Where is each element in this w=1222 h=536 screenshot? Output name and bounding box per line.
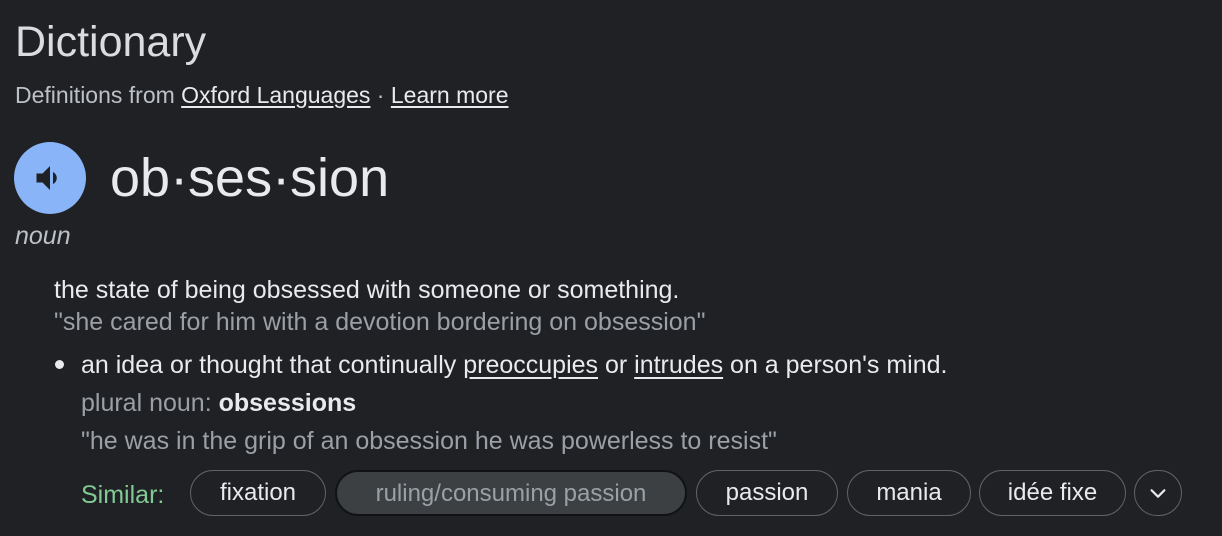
plural-form: obsessions: [218, 389, 357, 417]
plural-label: plural noun:: [81, 389, 219, 417]
oxford-languages-link[interactable]: Oxford Languages: [181, 82, 370, 108]
part-of-speech: noun: [15, 222, 71, 250]
similar-chip-idee-fixe[interactable]: idée fixe: [979, 470, 1126, 516]
plural-line: plural noun: obsessions: [81, 388, 356, 418]
preoccupies-link[interactable]: preoccupies: [463, 351, 598, 379]
definition-2-part-5: on a person's mind.: [723, 351, 948, 379]
chevron-down-icon: [1150, 489, 1166, 498]
similar-chip-ruling-consuming-passion[interactable]: ruling/consuming passion: [335, 470, 687, 516]
similar-chip-fixation[interactable]: fixation: [190, 470, 326, 516]
source-separator: ·: [370, 82, 391, 108]
learn-more-link[interactable]: Learn more: [391, 82, 509, 108]
definition-2-part-3: or: [598, 351, 635, 379]
source-prefix: Definitions from: [15, 82, 182, 108]
speaker-icon: [36, 166, 57, 190]
similar-chip-mania[interactable]: mania: [847, 470, 971, 516]
example-1: "she cared for him with a devotion borde…: [54, 308, 706, 336]
dictionary-panel: Dictionary Definitions from Oxford Langu…: [0, 0, 1222, 536]
definition-2: an idea or thought that continually preo…: [81, 350, 947, 380]
more-similar-button[interactable]: [1134, 470, 1182, 516]
similar-chip-passion[interactable]: passion: [696, 470, 838, 516]
sense-bullet: [55, 360, 64, 369]
headword: ob·ses·sion: [110, 148, 390, 208]
definition-2-part-1: an idea or thought that continually: [81, 351, 464, 379]
similar-label: Similar:: [81, 481, 165, 509]
source-line: Definitions from Oxford Languages · Lear…: [15, 80, 509, 110]
pronunciation-button[interactable]: [14, 142, 86, 214]
example-2: "he was in the grip of an obsession he w…: [81, 427, 777, 455]
panel-title: Dictionary: [15, 18, 207, 66]
intrudes-link[interactable]: intrudes: [634, 351, 723, 379]
definition-1: the state of being obsessed with someone…: [54, 276, 680, 304]
